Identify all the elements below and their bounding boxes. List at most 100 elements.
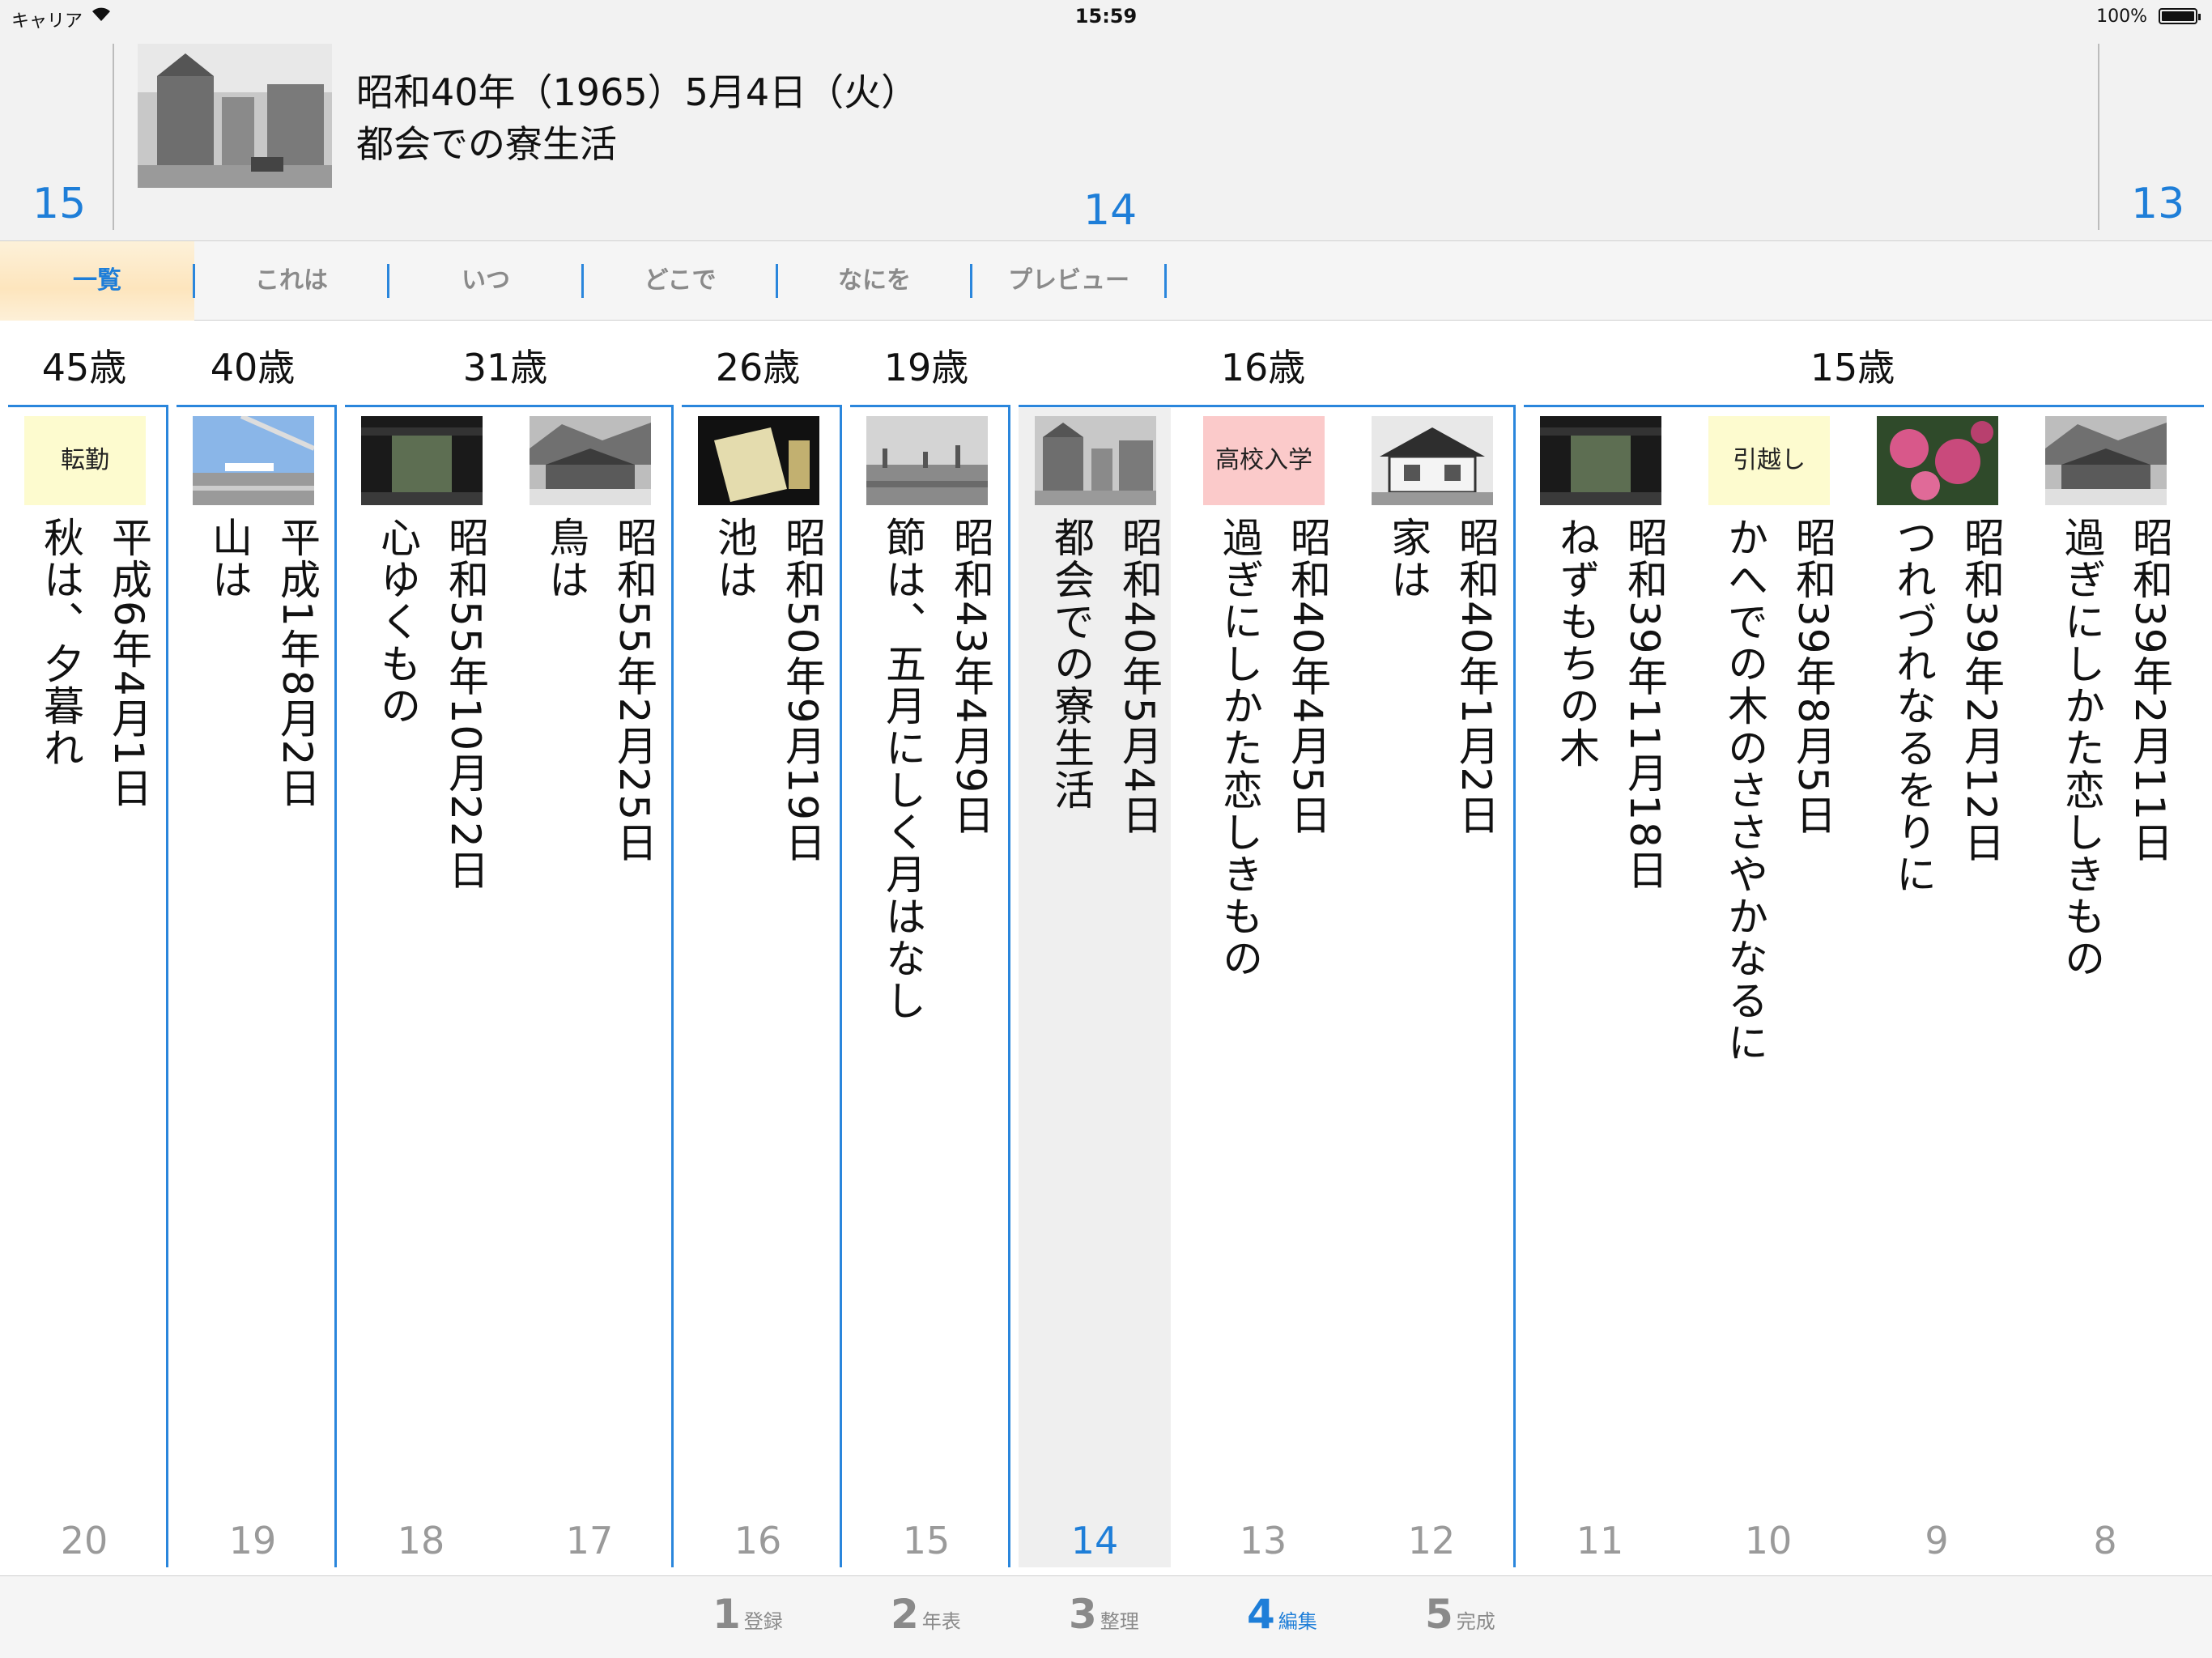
tab-divider <box>1164 264 1167 298</box>
age-label: 15歳 <box>1810 346 1895 389</box>
group-divider <box>1019 405 1513 407</box>
tab-what[interactable]: これは <box>194 241 389 321</box>
entry-phrase: 山は <box>206 517 253 601</box>
step-complete[interactable]: 5 完成 <box>1425 1591 1495 1647</box>
step-bar: 1 登録 2 年表 3 整理 4 編集 5 完成 <box>0 1575 2212 1658</box>
entry-phrase: ねずもちの木 <box>1553 517 1600 769</box>
entry-thumbnail[interactable] <box>138 44 332 188</box>
tab-list[interactable]: 一覧 <box>0 241 194 321</box>
entry-date: 昭和39年2月12日 <box>1958 517 2005 865</box>
step-register[interactable]: 1 登録 <box>713 1591 783 1647</box>
timeline-entry-selected[interactable]: 昭和40年5月4日 都会での寮生活 14 <box>1019 408 1171 1567</box>
factory-photo <box>866 416 988 505</box>
entry-number: 10 <box>1744 1519 1793 1562</box>
entry-phrase: 節は、五月にしく月はなし <box>879 517 926 1022</box>
entry-number: 20 <box>60 1519 108 1562</box>
group-divider <box>8 405 166 407</box>
entry-date: 昭和39年11月18日 <box>1621 517 1668 891</box>
group-divider <box>840 405 842 1567</box>
entry-phrase: 過ぎにしかた恋しきもの <box>1216 517 1263 980</box>
entry-date: 平成6年4月1日 <box>105 517 152 810</box>
group-divider <box>1513 405 1516 1567</box>
timeline-entry[interactable]: 昭和39年2月12日 つれづれなるをりに 9 <box>1861 408 2013 1567</box>
age-label: 40歳 <box>210 346 296 389</box>
entry-phrase: 秋は、夕暮れ <box>37 517 84 769</box>
entry-date: 昭和40年4月5日 <box>1284 517 1331 837</box>
battery-icon <box>2159 8 2201 24</box>
current-entry-number: 14 <box>1083 186 1138 235</box>
tab-preview[interactable]: プレビュー <box>972 241 1166 321</box>
timeline-entry[interactable]: 昭和50年9月19日 池は 16 <box>682 408 834 1567</box>
group-divider <box>682 405 840 407</box>
timeline-entry[interactable]: 転勤 平成6年4月1日 秋は、夕暮れ 20 <box>8 408 160 1567</box>
battery-percent: 100% <box>2096 6 2147 27</box>
prev-entry-button[interactable]: 15 <box>32 180 86 228</box>
status-time: 15:59 <box>1074 5 1138 28</box>
group-divider <box>334 405 337 1567</box>
step-number: 5 <box>1425 1591 1453 1638</box>
entry-date: 昭和43年4月9日 <box>947 517 994 837</box>
entry-date: 昭和40年5月4日 <box>1116 517 1163 837</box>
age-label: 31歳 <box>462 346 548 389</box>
entry-phrase: 池は <box>711 517 758 601</box>
header-divider <box>113 44 114 230</box>
step-chronology[interactable]: 2 年表 <box>891 1591 961 1647</box>
step-label: 編集 <box>1278 1610 1317 1633</box>
village-photo <box>530 416 651 505</box>
step-edit[interactable]: 4 編集 <box>1247 1591 1317 1647</box>
entry-number: 12 <box>1407 1519 1456 1562</box>
village-photo <box>2045 416 2167 505</box>
entry-number: 16 <box>734 1519 782 1562</box>
age-label: 26歳 <box>715 346 801 389</box>
status-bar: キャリア 15:59 100% <box>0 0 2212 32</box>
entry-number: 11 <box>1576 1519 1624 1562</box>
timeline-entry[interactable]: 昭和55年10月22日 心ゆくもの 18 <box>345 408 497 1567</box>
group-divider <box>1008 405 1010 1567</box>
entry-date: 昭和50年9月19日 <box>779 517 826 865</box>
entry-phrase: つれづれなるをりに <box>1890 517 1937 895</box>
entry-number: 15 <box>902 1519 951 1562</box>
entry-number: 17 <box>565 1519 614 1562</box>
mode-tabs: 一覧 これは いつ どこで なにを プレビュー <box>0 241 2212 321</box>
entry-date: 昭和55年2月25日 <box>610 517 657 865</box>
gate-photo <box>1540 416 1661 505</box>
tab-where[interactable]: どこで <box>583 241 777 321</box>
event-tag: 引越し <box>1708 416 1830 505</box>
entry-phrase: かへでの木のささやかなるに <box>1721 517 1768 1064</box>
age-label: 19歳 <box>883 346 969 389</box>
entry-date: 昭和40年（1965）5月4日（火） <box>356 70 919 114</box>
step-label: 完成 <box>1456 1610 1495 1633</box>
timeline-list[interactable]: 45歳 40歳 31歳 26歳 19歳 16歳 15歳 転勤 平成6年4月1日 … <box>0 321 2212 1575</box>
next-entry-button[interactable]: 13 <box>2131 180 2184 228</box>
timeline-entry[interactable]: 高校入学 昭和40年4月5日 過ぎにしかた恋しきもの 13 <box>1187 408 1339 1567</box>
group-divider <box>345 405 671 407</box>
entry-date: 昭和40年1月2日 <box>1453 517 1499 837</box>
step-number: 2 <box>891 1591 919 1638</box>
tab-when[interactable]: いつ <box>389 241 583 321</box>
step-number: 3 <box>1069 1591 1097 1638</box>
timeline-entry[interactable]: 昭和43年4月9日 節は、五月にしく月はなし 15 <box>850 408 1002 1567</box>
timeline-entry[interactable]: 昭和40年1月2日 家は 12 <box>1355 408 1508 1567</box>
entry-number: 14 <box>1070 1519 1119 1562</box>
group-divider <box>177 405 334 407</box>
entry-phrase: 家は <box>1385 517 1431 601</box>
entry-phrase: 都会での寮生活 <box>1048 517 1095 811</box>
timeline-entry[interactable]: 昭和55年2月25日 鳥は 17 <box>513 408 666 1567</box>
timeline-entry[interactable]: 昭和39年2月11日 過ぎにしかた恋しきもの 8 <box>2029 408 2181 1567</box>
entry-number: 8 <box>2093 1519 2117 1562</box>
group-divider <box>1524 405 2204 407</box>
gate-photo <box>361 416 483 505</box>
tab-what-doing[interactable]: なにを <box>777 241 972 321</box>
age-label: 16歳 <box>1220 346 1306 389</box>
timeline-entry[interactable]: 引越し 昭和39年8月5日 かへでの木のささやかなるに 10 <box>1692 408 1844 1567</box>
step-organize[interactable]: 3 整理 <box>1069 1591 1139 1647</box>
entry-date: 昭和55年10月22日 <box>442 517 489 891</box>
timeline-entry[interactable]: 平成1年8月2日 山は 19 <box>177 408 329 1567</box>
notebook-photo <box>698 416 819 505</box>
entry-number: 19 <box>228 1519 277 1562</box>
entry-number: 13 <box>1239 1519 1287 1562</box>
timeline-entry[interactable]: 昭和39年11月18日 ねずもちの木 11 <box>1524 408 1676 1567</box>
group-divider <box>850 405 1008 407</box>
step-label: 整理 <box>1100 1610 1139 1633</box>
group-divider <box>671 405 674 1567</box>
